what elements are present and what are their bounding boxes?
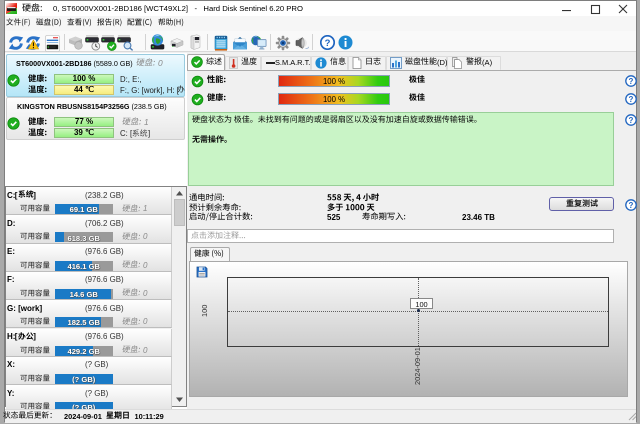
- svg-text:?: ?: [629, 95, 634, 104]
- svg-text:?: ?: [629, 77, 634, 86]
- svg-text:?: ?: [325, 38, 331, 49]
- svg-text:?: ?: [629, 201, 634, 210]
- svg-text:?: ?: [629, 116, 634, 125]
